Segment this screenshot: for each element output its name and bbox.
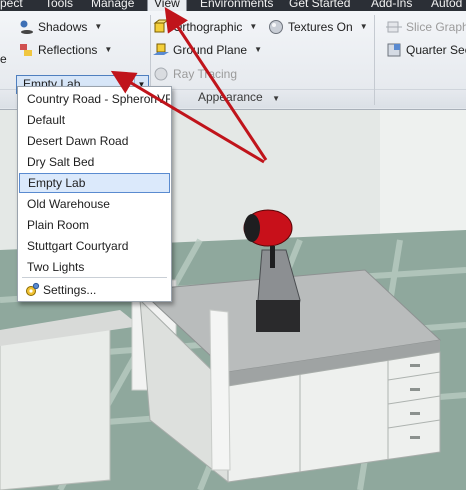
dropdown-item-selected[interactable]: Empty Lab [19,173,170,193]
quarter-section-icon [386,42,402,58]
settings-menu-item[interactable]: Settings... [19,280,170,300]
dropdown-item[interactable]: Default [19,110,170,130]
dropdown-item[interactable]: Desert Dawn Road [19,131,170,151]
tab-manage[interactable]: Manage [91,0,134,11]
tab-autodesk[interactable]: Autod [431,0,462,11]
orthographic-icon [153,19,170,35]
textures-button[interactable]: Textures On ▼ [268,17,368,37]
chevron-down-icon: ▼ [104,45,113,54]
slice-graphics-icon [386,19,402,35]
chevron-down-icon: ▼ [249,22,258,31]
chevron-down-icon: ▼ [254,45,262,54]
dropdown-item[interactable]: Dry Salt Bed [19,152,170,172]
ribbon-stub-label: e [0,52,7,66]
chevron-down-icon: ▼ [272,94,280,103]
dropdown-item[interactable]: Old Warehouse [19,194,170,214]
tab-environments[interactable]: Environments [200,0,273,11]
ray-tracing-button[interactable]: Ray Tracing [153,64,237,84]
tab-get-started[interactable]: Get Started [289,0,350,11]
dropdown-item[interactable]: Stuttgart Courtyard [19,236,170,256]
reflections-button[interactable]: Reflections ▼ [18,40,112,60]
textures-icon [268,19,284,35]
dropdown-item[interactable]: Two Lights [19,257,170,277]
reflections-icon [18,42,34,58]
dropdown-item[interactable]: Country Road - SpheronVR [19,89,170,109]
chevron-down-icon: ▼ [94,22,103,31]
tab-add-ins[interactable]: Add-Ins [371,0,412,11]
ground-plane-button[interactable]: Ground Plane ▼ [153,40,262,60]
tab-view[interactable]: View [147,0,187,11]
slice-graphics-button[interactable]: Slice Graph [386,17,466,37]
dropdown-item[interactable]: Plain Room [19,215,170,235]
ground-plane-icon [153,42,169,58]
settings-icon [24,282,40,298]
quarter-section-button[interactable]: Quarter Sec [386,40,466,60]
shadows-icon [18,19,34,35]
ray-tracing-icon [153,66,169,82]
shadows-button[interactable]: Shadows ▼ [18,17,102,37]
appearance-panel-label[interactable]: Appearance ▼ [176,89,376,106]
environment-dropdown: Country Road - SpheronVR Default Desert … [17,86,172,302]
menu-bar: pect Tools Manage View Environments Get … [0,0,466,11]
orthographic-button[interactable]: Orthographic ▼ [153,17,257,37]
chevron-down-icon: ▼ [359,22,368,31]
tab-tools[interactable]: Tools [45,0,73,11]
dropdown-divider [22,277,167,278]
tab-inspect[interactable]: pect [0,0,23,11]
